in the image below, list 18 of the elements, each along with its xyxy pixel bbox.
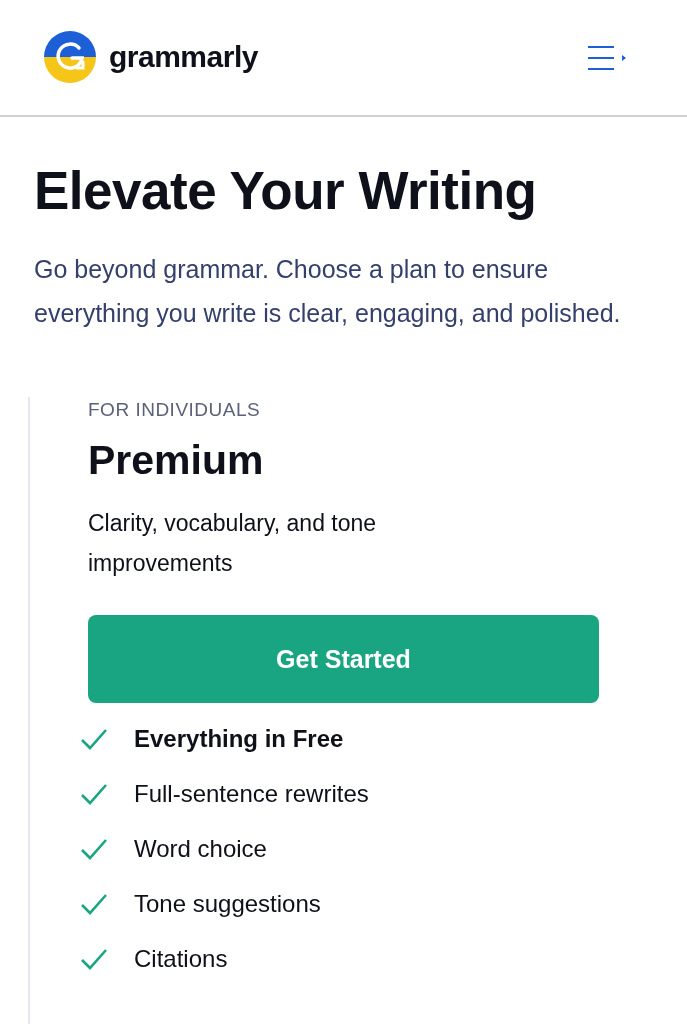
check-icon	[80, 782, 108, 805]
check-icon	[80, 727, 108, 750]
feature-text: Full-sentence rewrites	[134, 779, 369, 808]
plan-name: Premium	[88, 436, 265, 485]
plan-description: Clarity, vocabulary, and tone improvements	[88, 509, 378, 578]
feature-text: Citations	[134, 944, 228, 973]
logo-icon	[44, 30, 96, 83]
logo-text[interactable]: grammarly	[109, 39, 258, 74]
feature-text: Everything in Free	[134, 724, 344, 753]
page-title: Elevate Your Writing	[34, 160, 538, 222]
feature-text: Word choice	[134, 834, 267, 863]
feature-text: Tone suggestions	[134, 889, 321, 918]
menu-icon[interactable]	[587, 44, 627, 71]
check-icon	[80, 947, 108, 970]
check-icon	[80, 892, 108, 915]
subtitle: Go beyond grammar. Choose a plan to ensure everything you write is clear, engaging, and polished.	[34, 254, 622, 329]
check-icon	[80, 837, 108, 860]
plan-category: FOR INDIVIDUALS	[88, 398, 262, 421]
